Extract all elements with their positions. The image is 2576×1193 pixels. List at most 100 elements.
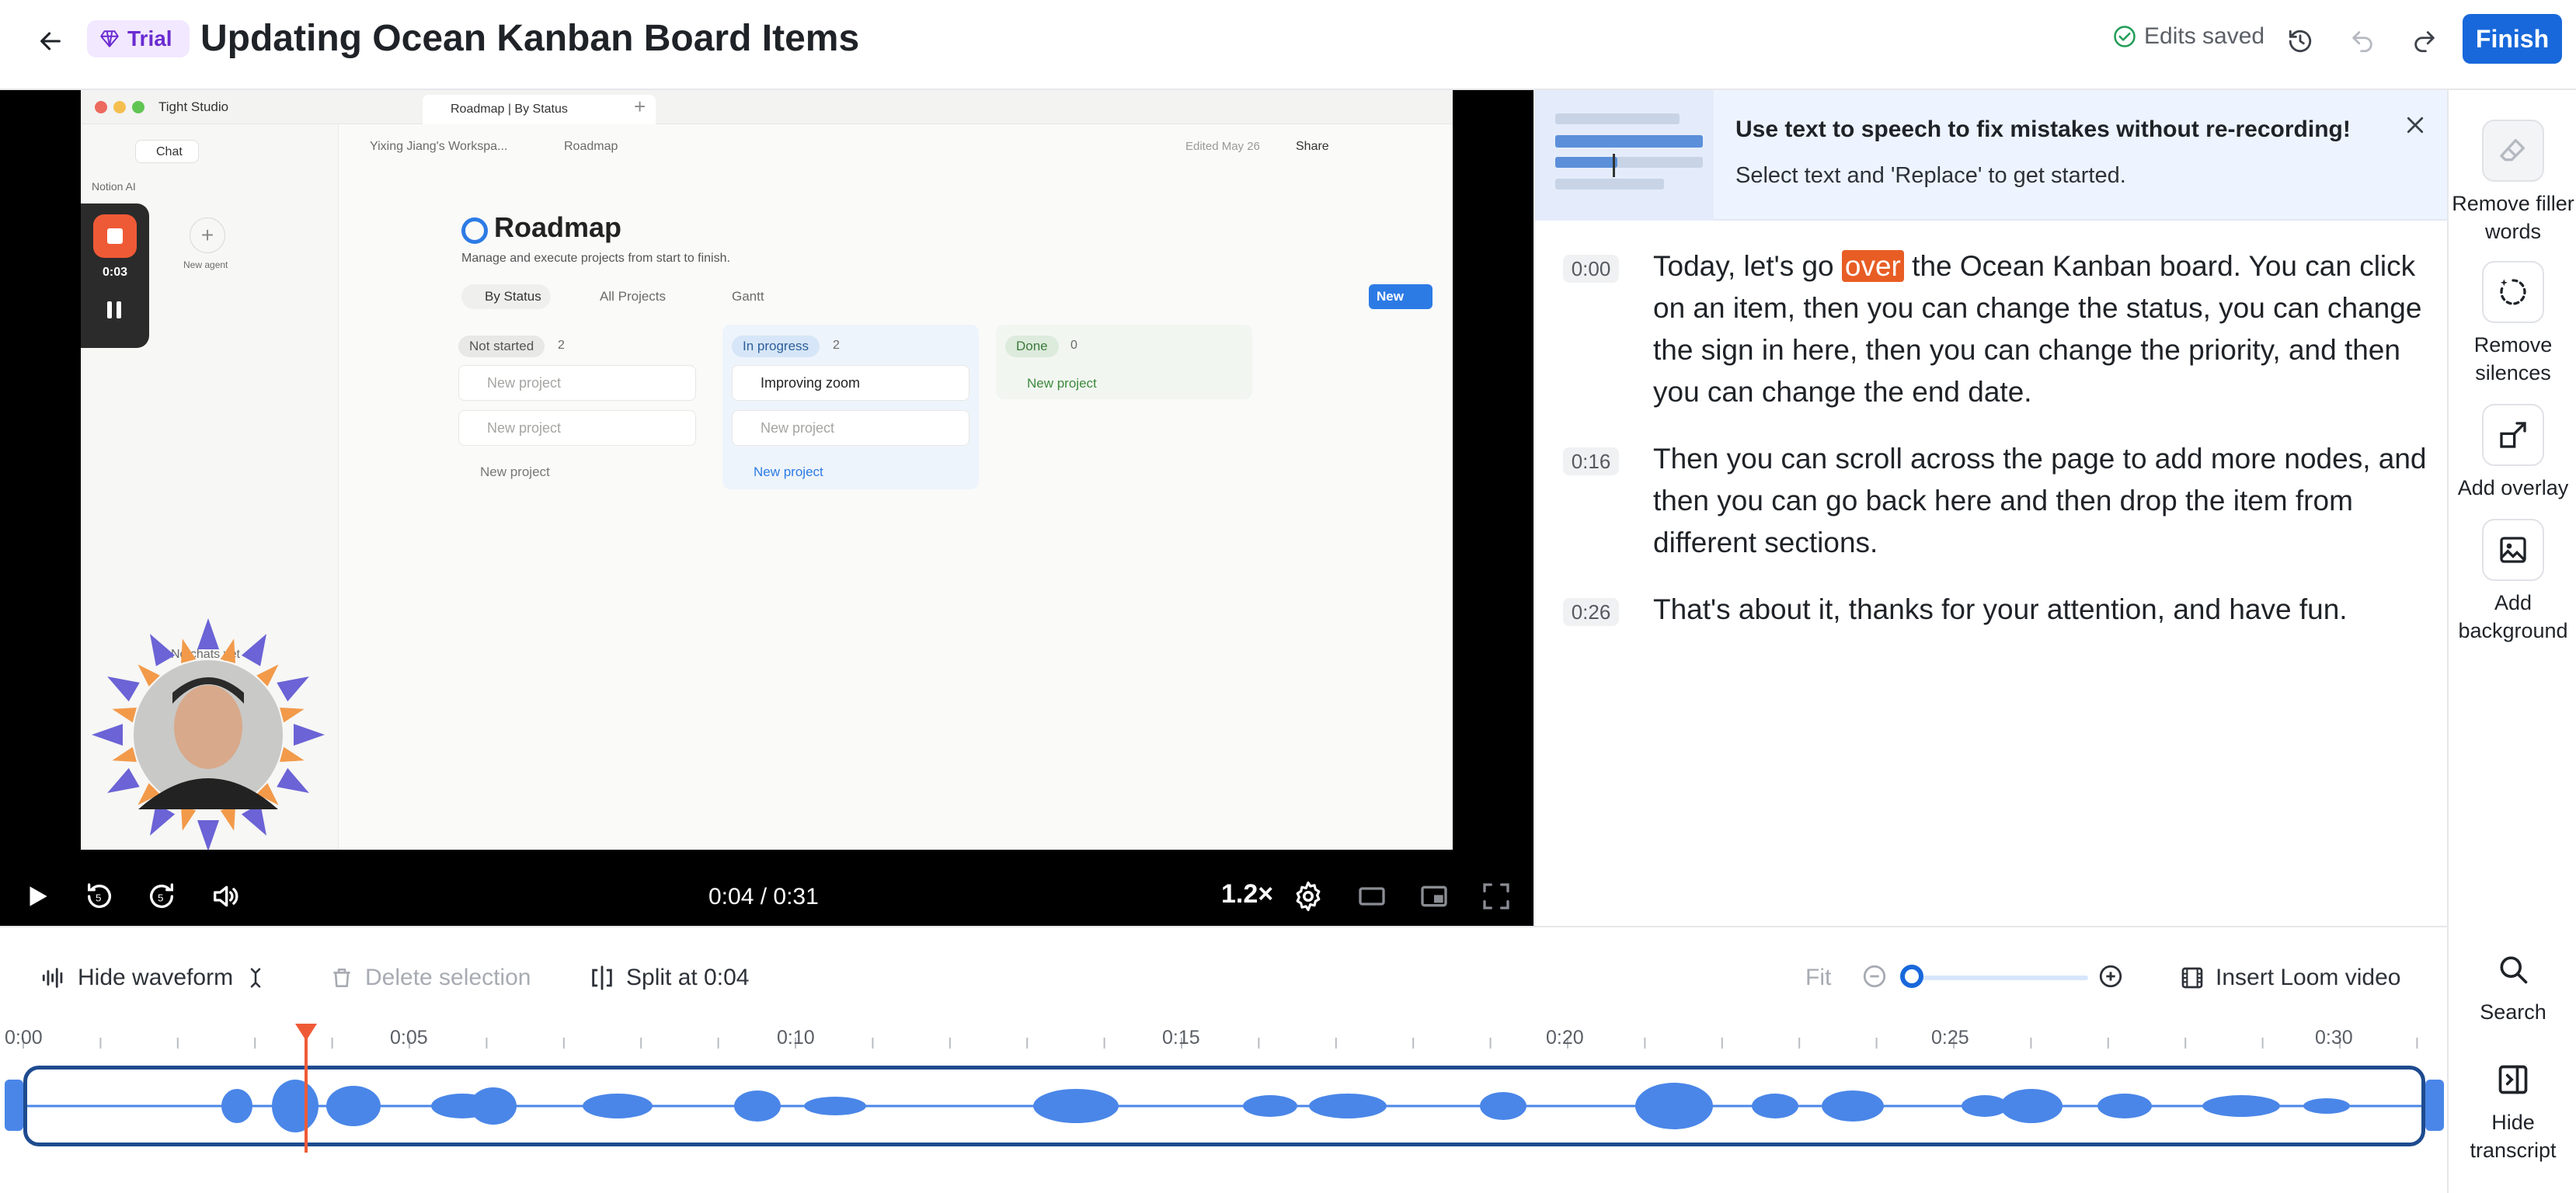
rail-label: Remove silences xyxy=(2473,333,2553,384)
pip-button[interactable] xyxy=(1412,875,1456,918)
playhead[interactable] xyxy=(305,1024,308,1153)
trim-end-handle[interactable] xyxy=(2425,1080,2444,1131)
close-banner-button[interactable] xyxy=(2396,106,2435,144)
timeline-ruler[interactable]: 0:00 0:05 0:10 0:15 0:20 0:25 0:30 xyxy=(0,1027,2447,1070)
timestamp-badge[interactable]: 0:16 xyxy=(1563,447,1619,475)
film-icon xyxy=(2181,967,2203,989)
redo-icon xyxy=(2414,31,2435,53)
ruler-label: 0:05 xyxy=(390,1027,428,1049)
plus-icon: + xyxy=(634,95,646,118)
minimize-dot-icon xyxy=(113,101,126,113)
rail-label: Add background xyxy=(2458,591,2568,642)
delete-selection-button[interactable]: Delete selection xyxy=(329,965,531,991)
ruler-ticks xyxy=(23,1038,2418,1049)
column-add: New project xyxy=(480,464,550,479)
column-chip: In progress xyxy=(732,336,820,357)
webcam-avatar-icon xyxy=(92,618,325,850)
waveform xyxy=(27,1080,2421,1132)
zoom-slider-track[interactable] xyxy=(1911,976,2088,980)
split-button[interactable]: Split at 0:04 xyxy=(589,965,749,991)
trim-start-handle[interactable] xyxy=(5,1080,23,1131)
zoom-in-button[interactable] xyxy=(2097,963,2124,990)
undo-button[interactable] xyxy=(2341,20,2383,62)
finish-button[interactable]: Finish xyxy=(2463,14,2562,64)
fit-button[interactable]: Fit xyxy=(1805,965,1831,991)
history-button[interactable] xyxy=(2279,20,2321,62)
chat-label: Chat xyxy=(156,145,183,158)
overlay-icon xyxy=(2482,404,2544,466)
card: New project xyxy=(458,365,696,401)
card: New project xyxy=(732,410,969,446)
hide-transcript-button[interactable]: Hide transcript xyxy=(2449,1063,2576,1164)
check-circle-icon xyxy=(2114,26,2136,47)
theater-mode-button[interactable] xyxy=(1350,875,1394,918)
remove-silences-button[interactable]: Remove silences xyxy=(2449,261,2576,387)
gear-icon xyxy=(1296,881,1321,912)
breadcrumb-workspace: Yixing Jiang's Workspa... xyxy=(370,140,508,153)
split-label: Split at 0:04 xyxy=(626,965,750,990)
rewind-5-button[interactable]: 5 xyxy=(78,875,121,918)
add-overlay-button[interactable]: Add overlay xyxy=(2449,404,2576,502)
browser-tab: Roadmap | By Status xyxy=(423,95,656,124)
redo-button[interactable] xyxy=(2404,20,2445,62)
rail-label: Hide transcript xyxy=(2470,1111,2557,1162)
zoom-slider-handle[interactable] xyxy=(1900,965,1923,988)
play-button[interactable] xyxy=(16,875,59,918)
banner-subtitle: Select text and 'Replace' to get started… xyxy=(1735,163,2126,188)
pause-icon-bar xyxy=(117,301,121,318)
column-add: New project xyxy=(754,464,823,479)
video-title[interactable]: Updating Ocean Kanban Board Items xyxy=(200,16,859,62)
current-word-highlight: over xyxy=(1841,250,1904,282)
playback-speed-button[interactable]: 1.2× xyxy=(1221,879,1273,910)
eraser-icon xyxy=(2482,120,2544,182)
image-icon xyxy=(2482,519,2544,581)
trial-badge[interactable]: Trial xyxy=(87,20,190,57)
settings-button[interactable] xyxy=(1286,875,1330,918)
pause-icon xyxy=(107,301,112,318)
fullscreen-button[interactable] xyxy=(1474,875,1518,918)
panel-collapse-icon xyxy=(2498,1065,2528,1094)
edits-status-text: Edits saved xyxy=(2144,23,2265,49)
rail-label: Search xyxy=(2480,1000,2546,1024)
notion-ai-label: Notion AI xyxy=(92,180,136,193)
ruler-label: 0:20 xyxy=(1546,1027,1584,1049)
column-done: Done 0 New project xyxy=(996,325,1252,399)
add-background-button[interactable]: Add background xyxy=(2449,519,2576,645)
waveform-track[interactable] xyxy=(23,1066,2425,1146)
transcript-text[interactable]: That's about it, thanks for your attenti… xyxy=(1653,589,2430,631)
right-tool-rail: Remove filler words Remove silences Add … xyxy=(2447,90,2576,1193)
back-button[interactable] xyxy=(30,20,71,62)
close-icon xyxy=(2407,117,2424,134)
rail-label: Add overlay xyxy=(2457,476,2569,499)
transcript-text[interactable]: Then you can scroll across the page to a… xyxy=(1653,438,2430,564)
hide-waveform-button[interactable]: Hide waveform xyxy=(40,965,267,991)
roadmap-icon xyxy=(461,217,488,244)
remove-filler-words-button[interactable]: Remove filler words xyxy=(2449,120,2576,245)
text-segment: Today, let's go xyxy=(1653,250,1842,282)
share-label: Share xyxy=(1296,140,1329,153)
volume-button[interactable] xyxy=(204,875,247,918)
card: Improving zoom xyxy=(732,365,969,401)
camera-bubble xyxy=(84,610,332,850)
split-icon xyxy=(592,965,612,990)
timestamp-badge[interactable]: 0:26 xyxy=(1563,598,1619,626)
stop-recording-icon xyxy=(93,214,137,258)
view-all-projects: All Projects xyxy=(600,289,667,304)
ruler-label: 0:10 xyxy=(777,1027,815,1049)
zoom-out-icon xyxy=(1863,965,1886,988)
search-button[interactable]: Search xyxy=(2449,952,2576,1026)
video-controls: 5 5 0:04 / 0:31 1.2× xyxy=(0,867,1533,926)
diamond-icon xyxy=(100,30,119,47)
insert-loom-button[interactable]: Insert Loom video xyxy=(2180,965,2400,991)
undo-icon xyxy=(2352,31,2372,53)
timestamp-badge[interactable]: 0:00 xyxy=(1563,255,1619,283)
video-player[interactable]: Tight Studio Roadmap | By Status + Chat … xyxy=(0,90,1533,926)
transcript-text[interactable]: Today, let's go over the Ocean Kanban bo… xyxy=(1653,245,2430,413)
banner-title: Use text to speech to fix mistakes witho… xyxy=(1735,117,2351,142)
zoom-out-button[interactable] xyxy=(1861,963,1888,990)
forward-5-button[interactable]: 5 xyxy=(140,875,183,918)
playback-time: 0:04 / 0:31 xyxy=(708,884,819,910)
page-title: Roadmap xyxy=(494,211,622,243)
search-icon xyxy=(2500,956,2528,984)
collapse-arrows-icon xyxy=(250,968,261,988)
